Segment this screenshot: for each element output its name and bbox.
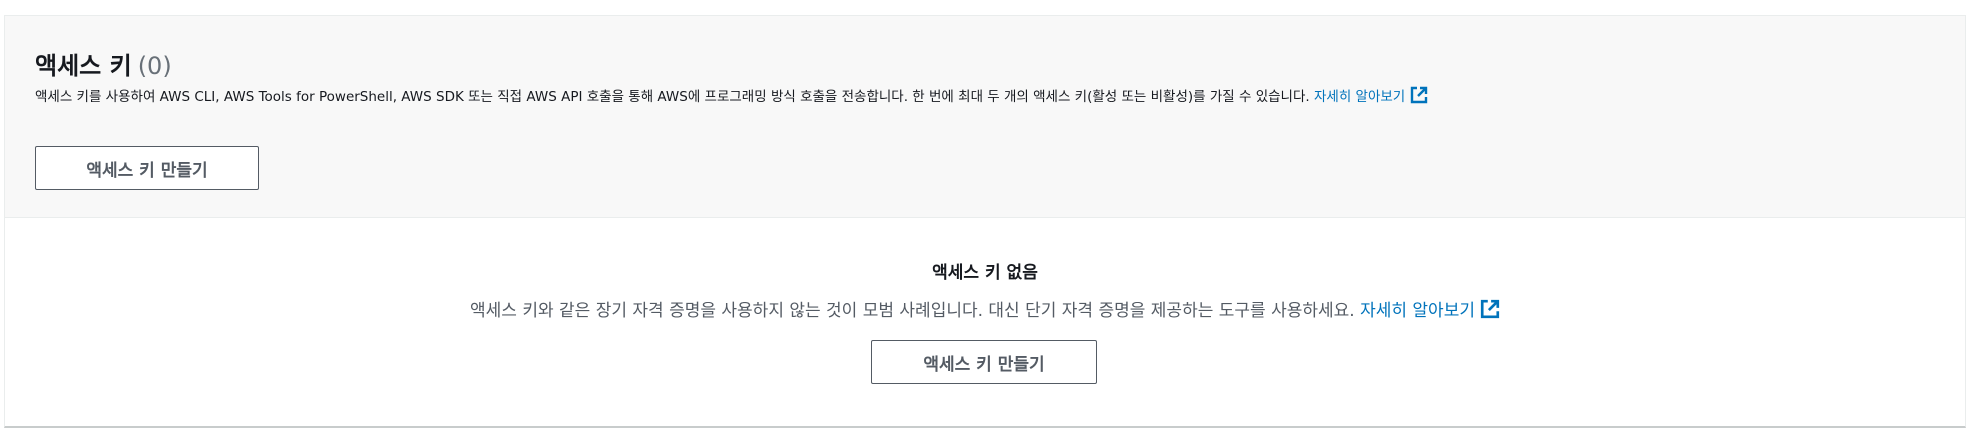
empty-state-description: 액세스 키와 같은 장기 자격 증명을 사용하지 않는 것이 모범 사례입니다.… <box>5 296 1965 324</box>
access-keys-panel: 액세스 키 (0) 액세스 키를 사용하여 AWS CLI, AWS Tools … <box>4 15 1966 428</box>
access-keys-header: 액세스 키 (0) 액세스 키를 사용하여 AWS CLI, AWS Tools … <box>5 16 1965 218</box>
header-title-row: 액세스 키 (0) <box>35 46 172 81</box>
empty-state-description-text: 액세스 키와 같은 장기 자격 증명을 사용하지 않는 것이 모범 사례입니다.… <box>470 301 1355 321</box>
header-learn-more-link[interactable]: 자세히 알아보기 <box>1313 86 1428 105</box>
empty-state-learn-more-label: 자세히 알아보기 <box>1360 301 1475 321</box>
empty-state-learn-more-link[interactable]: 자세히 알아보기 <box>1360 299 1500 324</box>
header-description: 액세스 키를 사용하여 AWS CLI, AWS Tools for Power… <box>35 86 1925 111</box>
external-link-icon <box>1410 86 1428 111</box>
empty-state: 액세스 키 없음 액세스 키와 같은 장기 자격 증명을 사용하지 않는 것이 … <box>5 218 1965 427</box>
empty-state-title: 액세스 키 없음 <box>932 263 1038 283</box>
external-link-icon <box>1480 299 1500 324</box>
header-learn-more-label: 자세히 알아보기 <box>1313 89 1406 105</box>
header-description-text: 액세스 키를 사용하여 AWS CLI, AWS Tools for Power… <box>35 89 1310 105</box>
key-count: (0) <box>137 52 172 80</box>
empty-state-create-access-key-button[interactable]: 액세스 키 만들기 <box>871 340 1097 384</box>
panel-title: 액세스 키 <box>35 52 132 80</box>
create-access-key-button[interactable]: 액세스 키 만들기 <box>35 146 259 190</box>
